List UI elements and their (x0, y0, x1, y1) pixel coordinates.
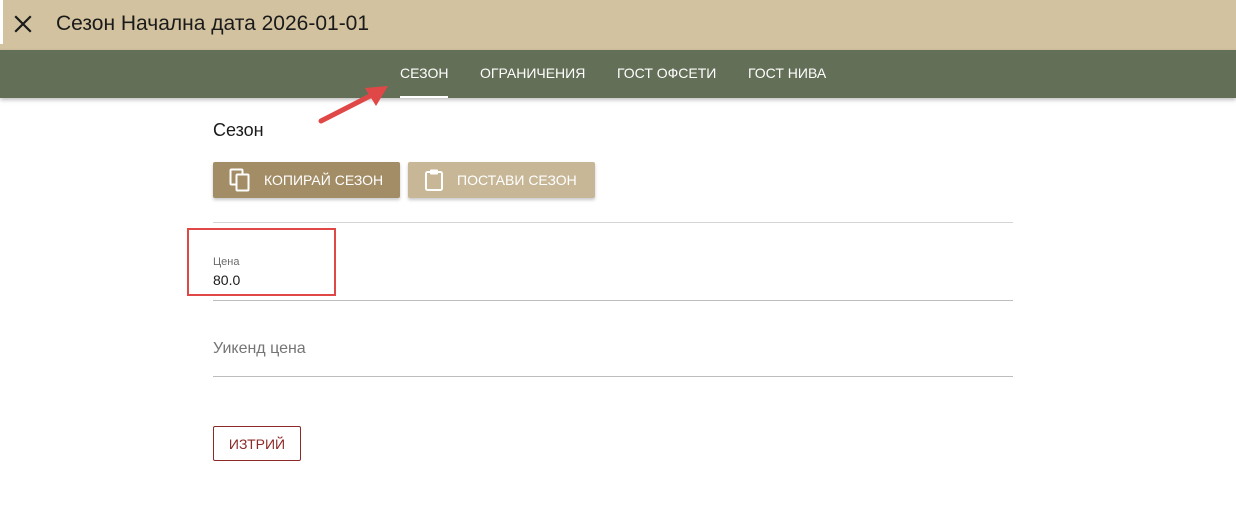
copy-season-button[interactable]: КОПИРАЙ СЕЗОН (213, 162, 400, 198)
paste-season-label: ПОСТАВИ СЕЗОН (457, 172, 577, 188)
tab-guest-offsets[interactable]: ГОСТ ОФСЕТИ (617, 50, 716, 98)
section-divider (213, 222, 1013, 223)
tab-bar: СЕЗОН ОГРАНИЧЕНИЯ ГОСТ ОФСЕТИ ГОСТ НИВА (0, 50, 1236, 98)
page-title: Сезон Начална дата 2026-01-01 (56, 12, 370, 35)
annotation-highlight-box (187, 228, 336, 296)
close-icon[interactable] (12, 13, 34, 35)
tab-restrictions[interactable]: ОГРАНИЧЕНИЯ (480, 50, 585, 98)
title-bar-edge (0, 0, 3, 44)
section-title: Сезон (213, 120, 264, 140)
paste-season-button[interactable]: ПОСТАВИ СЕЗОН (408, 162, 595, 198)
delete-button[interactable]: ИЗТРИЙ (213, 426, 301, 461)
tab-guest-levels[interactable]: ГОСТ НИВА (748, 50, 826, 98)
weekend-price-field-underline (213, 376, 1013, 377)
weekend-price-field[interactable] (213, 326, 1013, 376)
price-field-underline (213, 300, 1013, 301)
copy-icon (229, 168, 250, 192)
tab-season[interactable]: СЕЗОН (400, 50, 448, 98)
title-bar: Сезон Начална дата 2026-01-01 (0, 0, 1236, 50)
weekend-price-field-label: Уикенд цена (213, 340, 306, 357)
clipboard-icon (425, 169, 443, 191)
annotation-arrow-icon (318, 86, 388, 124)
copy-season-label: КОПИРАЙ СЕЗОН (264, 172, 384, 188)
